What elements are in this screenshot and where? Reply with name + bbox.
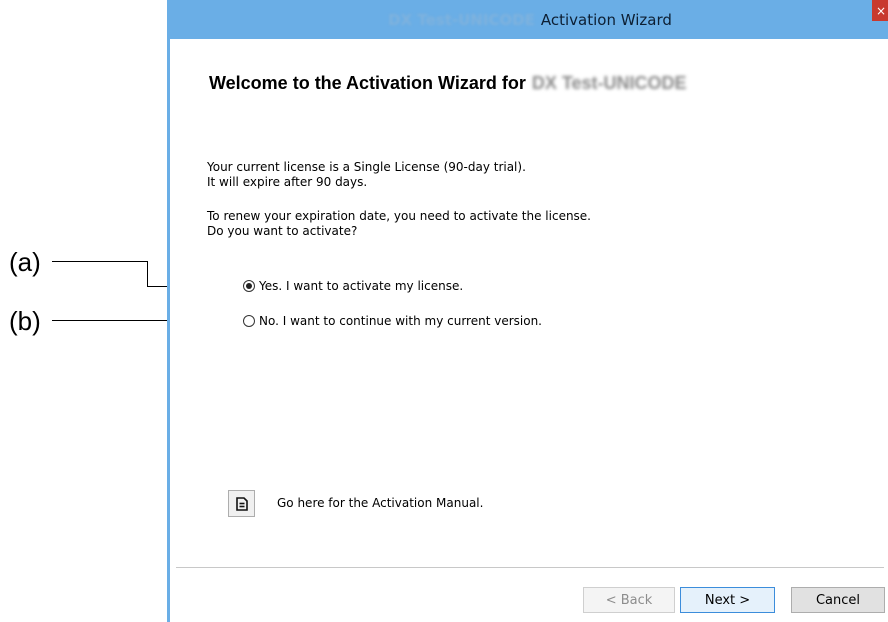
back-button[interactable]: < Back	[583, 587, 675, 613]
license-info-line-1: Your current license is a Single License…	[207, 160, 526, 174]
callout-label-b: (b)	[9, 306, 41, 336]
cancel-button[interactable]: Cancel	[791, 587, 885, 613]
radio-selected-dot	[246, 283, 252, 289]
document-icon	[235, 496, 248, 511]
radio-label-no[interactable]: No. I want to continue with my current v…	[259, 314, 542, 328]
license-info-line-2: It will expire after 90 days.	[207, 175, 368, 189]
radio-button-no[interactable]	[243, 315, 255, 327]
heading-product: DX Test-UNICODE	[531, 73, 687, 93]
callout-line-a	[147, 261, 148, 286]
radio-button-yes[interactable]	[243, 280, 255, 292]
radio-option-no[interactable]: No. I want to continue with my current v…	[243, 314, 542, 328]
window-title: Activation Wizard	[540, 10, 672, 29]
title-bar[interactable]: DX Test-UNICODE Activation Wizard ×	[170, 0, 888, 39]
next-button[interactable]: Next >	[680, 587, 775, 613]
callout-label-a: (a)	[9, 247, 41, 277]
heading-text: Welcome to the Activation Wizard for	[209, 73, 526, 93]
activation-manual-button[interactable]	[228, 490, 255, 517]
activation-manual-link[interactable]: Go here for the Activation Manual.	[277, 496, 483, 510]
window-title-product: DX Test-UNICODE	[388, 10, 535, 29]
close-icon: ×	[875, 3, 887, 18]
callout-line-a	[52, 261, 148, 262]
page-title: Welcome to the Activation Wizard for DX …	[209, 73, 687, 94]
radio-label-yes[interactable]: Yes. I want to activate my license.	[259, 279, 463, 293]
footer-separator	[176, 567, 884, 568]
close-button[interactable]: ×	[872, 0, 888, 21]
radio-option-yes[interactable]: Yes. I want to activate my license.	[243, 279, 463, 293]
renew-info-line-1: To renew your expiration date, you need …	[207, 209, 591, 223]
stage: (a) (b) DX Test-UNICODE Activation Wizar…	[0, 0, 888, 622]
activation-wizard-window: DX Test-UNICODE Activation Wizard × Welc…	[167, 0, 888, 622]
renew-info-line-2: Do you want to activate?	[207, 224, 358, 238]
